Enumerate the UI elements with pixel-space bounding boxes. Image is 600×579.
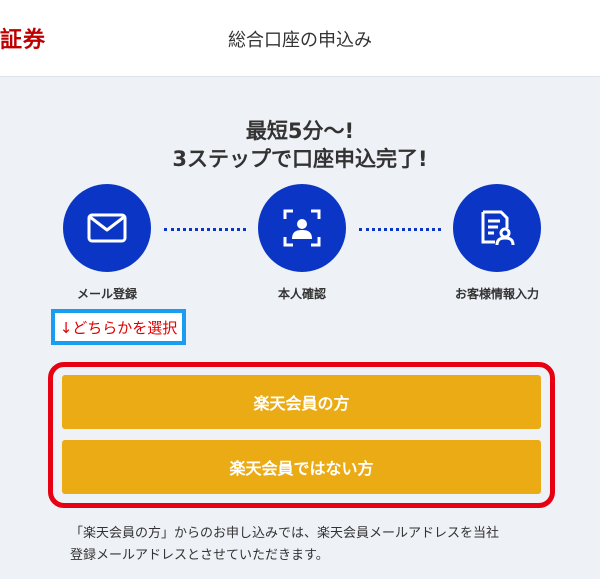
- headline-line-2: 3ステップで口座申込完了!: [172, 147, 428, 171]
- step-connector-2: [359, 228, 441, 231]
- document-user-icon: [481, 210, 515, 246]
- step-mail-circle: [63, 184, 151, 272]
- step-label-info: お客様情報入力: [454, 287, 539, 301]
- header: 証券 総合口座の申込み: [0, 0, 600, 77]
- footnote-line-1: 「楽天会員の方」からのお申し込みでは、楽天会員メールアドレスを当社: [70, 526, 500, 541]
- mail-icon: [87, 213, 127, 243]
- select-note: ↓どちらかを選択: [51, 309, 186, 345]
- step-label-mail: メール登録: [76, 287, 137, 301]
- page-title: 総合口座の申込み: [228, 30, 372, 51]
- footnote-line-2: 登録メールアドレスとさせていただきます。: [70, 548, 329, 563]
- step-connector-1: [164, 228, 246, 231]
- headline: 最短5分〜! 3ステップで口座申込完了!: [0, 117, 600, 173]
- non-member-button[interactable]: 楽天会員ではない方: [62, 440, 541, 494]
- step-label-identity: 本人確認: [277, 287, 326, 301]
- rakuten-member-button[interactable]: 楽天会員の方: [62, 375, 541, 429]
- headline-line-1: 最短5分〜!: [245, 119, 355, 143]
- step-identity-circle: [258, 184, 346, 272]
- footnote: 「楽天会員の方」からのお申し込みでは、楽天会員メールアドレスを当社 登録メールア…: [70, 523, 540, 567]
- face-scan-icon: [283, 209, 321, 247]
- step-info-circle: [453, 184, 541, 272]
